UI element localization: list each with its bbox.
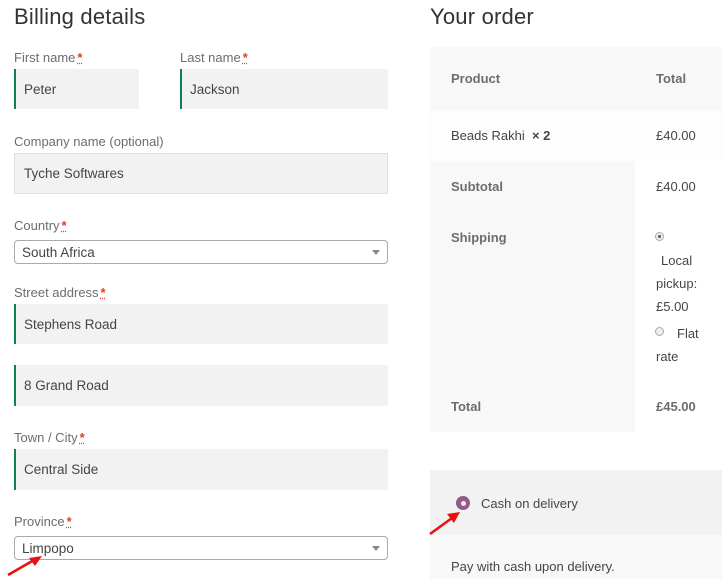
company-label: Company name (optional): [14, 134, 164, 149]
shipping-option-local-price: £5.00: [656, 299, 689, 314]
first-name-input[interactable]: Peter: [14, 69, 139, 109]
annotation-arrow-icon: [429, 512, 460, 536]
order-title: Your order: [430, 4, 534, 29]
street-address-2-input[interactable]: 8 Grand Road: [14, 365, 388, 406]
required-mark: *: [77, 50, 83, 65]
column-header-total: Total: [656, 71, 687, 86]
billing-title: Billing details: [14, 4, 146, 29]
city-label: Town / City *: [14, 430, 85, 445]
chevron-down-icon: [372, 250, 380, 255]
chevron-down-icon: [372, 546, 380, 551]
last-name-input[interactable]: Jackson: [180, 69, 388, 109]
order-totals-labels: [430, 161, 635, 432]
required-mark: *: [66, 514, 72, 529]
total-label: Total: [451, 399, 482, 414]
order-item-total: £40.00: [656, 128, 696, 143]
shipping-radio-local-pickup[interactable]: [655, 232, 664, 241]
column-header-product: Product: [451, 71, 501, 86]
country-select[interactable]: South Africa: [14, 240, 388, 264]
shipping-option-local-line2: pickup:: [656, 276, 698, 291]
required-mark: *: [242, 50, 248, 65]
province-label: Province *: [14, 514, 72, 529]
shipping-option-flat-line1: Flat: [677, 326, 699, 341]
street-address-1-input[interactable]: Stephens Road: [14, 304, 388, 344]
street-label: Street address *: [14, 285, 106, 300]
shipping-option-local-line1: Local: [661, 253, 693, 268]
province-select[interactable]: Limpopo: [14, 536, 388, 560]
country-value: South Africa: [22, 244, 95, 260]
order-item-name: Beads Rakhi × 2: [451, 128, 551, 143]
company-input[interactable]: Tyche Softwares: [14, 153, 388, 194]
shipping-option-flat-line2: rate: [656, 349, 679, 364]
payment-method-label[interactable]: Cash on delivery: [481, 496, 578, 511]
annotation-arrow-icon: [7, 556, 42, 577]
subtotal-value: £40.00: [656, 179, 696, 194]
shipping-radio-flat-rate[interactable]: [655, 327, 664, 336]
order-item-qty: × 2: [531, 128, 551, 143]
last-name-label: Last name *: [180, 50, 248, 65]
country-label: Country *: [14, 218, 67, 233]
shipping-label: Shipping: [451, 230, 507, 245]
required-mark: *: [100, 285, 106, 300]
required-mark: *: [79, 430, 85, 445]
subtotal-label: Subtotal: [451, 179, 503, 194]
total-value: £45.00: [656, 399, 696, 414]
city-input[interactable]: Central Side: [14, 449, 388, 490]
required-mark: *: [61, 218, 67, 233]
first-name-label: First name *: [14, 50, 83, 65]
payment-description: Pay with cash upon delivery.: [451, 559, 615, 574]
